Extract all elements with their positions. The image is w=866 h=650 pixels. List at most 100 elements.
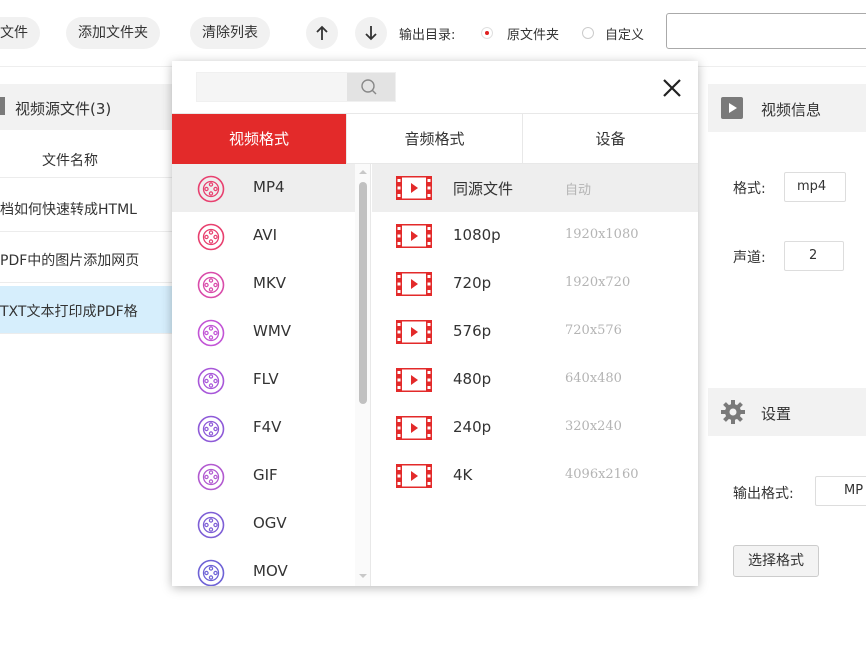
choose-format-button[interactable]: 选择格式 <box>733 545 819 577</box>
radio-custom-folder-label: 自定义 <box>605 28 645 43</box>
video-file-icon <box>396 224 432 248</box>
format-name: MKV <box>253 274 287 292</box>
format-list: MP4 AVI MKV WMV FLV F4V GIF OGV MOV <box>172 164 371 586</box>
resolution-dimensions: 640x480 <box>565 371 622 386</box>
radio-source-folder[interactable] <box>481 27 493 39</box>
file-panel-header: 视频源文件(3) <box>0 84 175 130</box>
resolution-dimensions: 720x576 <box>565 323 622 338</box>
resolution-item-source[interactable]: 同源文件 自动 <box>372 164 698 212</box>
resolution-dimensions: 4096x2160 <box>565 467 639 482</box>
file-row-selected[interactable]: TXT文本打印成PDF格 <box>0 286 175 334</box>
file-name: PDF中的图片添加网页 <box>0 253 140 269</box>
tab-audio-format[interactable]: 音频格式 <box>346 114 522 164</box>
format-item-mp4[interactable]: MP4 <box>172 164 355 212</box>
add-folder-label: 添加文件夹 <box>78 25 148 41</box>
output-dir-label: 输出目录: <box>399 28 456 43</box>
video-info-header: 视频信息 <box>708 84 866 132</box>
file-row[interactable]: PDF中的图片添加网页 <box>0 235 175 283</box>
clear-list-button[interactable]: 清除列表 <box>190 17 270 49</box>
arrow-up-icon <box>316 25 328 40</box>
format-picker-popup: 视频格式 音频格式 设备 MP4 AVI MKV WMV FLV F4V GIF… <box>172 61 698 586</box>
tab-video-format[interactable]: 视频格式 <box>172 114 346 164</box>
resolution-dimensions: 自动 <box>565 183 592 198</box>
search-icon <box>361 79 377 95</box>
gear-icon <box>721 400 745 424</box>
output-path-input[interactable] <box>666 13 866 49</box>
film-reel-icon <box>197 511 225 539</box>
move-up-button[interactable] <box>306 17 338 49</box>
resolution-name: 576p <box>453 322 492 340</box>
resolution-item-4k[interactable]: 4K 4096x2160 <box>372 452 698 500</box>
search-box <box>196 72 396 102</box>
arrow-down-icon <box>365 26 377 41</box>
film-reel-icon <box>197 415 225 443</box>
close-button[interactable] <box>658 74 686 102</box>
format-name: WMV <box>253 322 292 340</box>
format-item-f4v[interactable]: F4V <box>172 404 355 452</box>
channel-label: 声道: <box>733 250 766 266</box>
search-input[interactable] <box>197 73 345 101</box>
add-file-label: 文件 <box>0 25 28 41</box>
resolution-item-720p[interactable]: 720p 1920x720 <box>372 260 698 308</box>
format-name: AVI <box>253 226 277 244</box>
format-name: F4V <box>253 418 282 436</box>
format-name: FLV <box>253 370 279 388</box>
resolution-dimensions: 1920x720 <box>565 275 631 290</box>
search-button[interactable] <box>347 73 395 101</box>
video-file-icon <box>396 176 432 200</box>
scrollbar-thumb[interactable] <box>359 182 367 404</box>
play-icon <box>721 97 743 119</box>
resolution-item-576p[interactable]: 576p 720x576 <box>372 308 698 356</box>
output-format-label: 输出格式: <box>733 486 794 502</box>
scroll-down-arrow-icon[interactable] <box>359 574 367 578</box>
format-list-scrollbar[interactable] <box>355 164 370 586</box>
resolution-dimensions: 1920x1080 <box>565 227 639 242</box>
film-reel-icon <box>197 367 225 395</box>
film-reel-icon <box>197 271 225 299</box>
video-info-title: 视频信息 <box>761 101 822 119</box>
clear-list-label: 清除列表 <box>202 25 258 41</box>
format-item-ogv[interactable]: OGV <box>172 500 355 548</box>
film-reel-icon <box>197 463 225 491</box>
format-item-flv[interactable]: FLV <box>172 356 355 404</box>
scroll-up-arrow-icon[interactable] <box>359 170 367 174</box>
resolution-item-1080p[interactable]: 1080p 1920x1080 <box>372 212 698 260</box>
format-tabs: 视频格式 音频格式 设备 <box>172 113 698 164</box>
file-icon <box>0 97 5 115</box>
format-name: MOV <box>253 562 288 580</box>
radio-custom-folder[interactable] <box>582 27 594 39</box>
format-item-mov[interactable]: MOV <box>172 548 355 586</box>
resolution-name: 720p <box>453 274 492 292</box>
video-file-icon <box>396 416 432 440</box>
format-label: 格式: <box>733 181 766 197</box>
format-item-wmv[interactable]: WMV <box>172 308 355 356</box>
resolution-name: 4K <box>453 466 473 484</box>
file-row[interactable]: 档如何快速转成HTML <box>0 184 175 232</box>
tab-device[interactable]: 设备 <box>522 114 698 164</box>
output-format-field[interactable]: MP <box>815 476 866 506</box>
settings-title: 设置 <box>761 405 792 423</box>
file-name: TXT文本打印成PDF格 <box>0 304 138 320</box>
column-label: 文件名称 <box>42 153 98 169</box>
resolution-dimensions: 320x240 <box>565 419 622 434</box>
file-name-column-header[interactable]: 文件名称 <box>0 140 175 178</box>
format-item-mkv[interactable]: MKV <box>172 260 355 308</box>
film-reel-icon <box>197 175 225 203</box>
film-reel-icon <box>197 559 225 586</box>
resolution-list: 同源文件 自动 1080p 1920x1080 720p 1920x720 57… <box>372 164 698 586</box>
add-file-button[interactable]: 文件 <box>0 17 40 49</box>
resolution-item-240p[interactable]: 240p 320x240 <box>372 404 698 452</box>
format-item-gif[interactable]: GIF <box>172 452 355 500</box>
add-folder-button[interactable]: 添加文件夹 <box>66 17 160 49</box>
format-name: MP4 <box>253 178 285 196</box>
format-item-avi[interactable]: AVI <box>172 212 355 260</box>
channel-value-field: 2 <box>784 241 844 271</box>
resolution-name: 1080p <box>453 226 501 244</box>
video-file-icon <box>396 464 432 488</box>
film-reel-icon <box>197 223 225 251</box>
resolution-item-480p[interactable]: 480p 640x480 <box>372 356 698 404</box>
video-file-icon <box>396 320 432 344</box>
format-value-field: mp4 <box>784 172 846 202</box>
film-reel-icon <box>197 319 225 347</box>
move-down-button[interactable] <box>355 17 387 49</box>
